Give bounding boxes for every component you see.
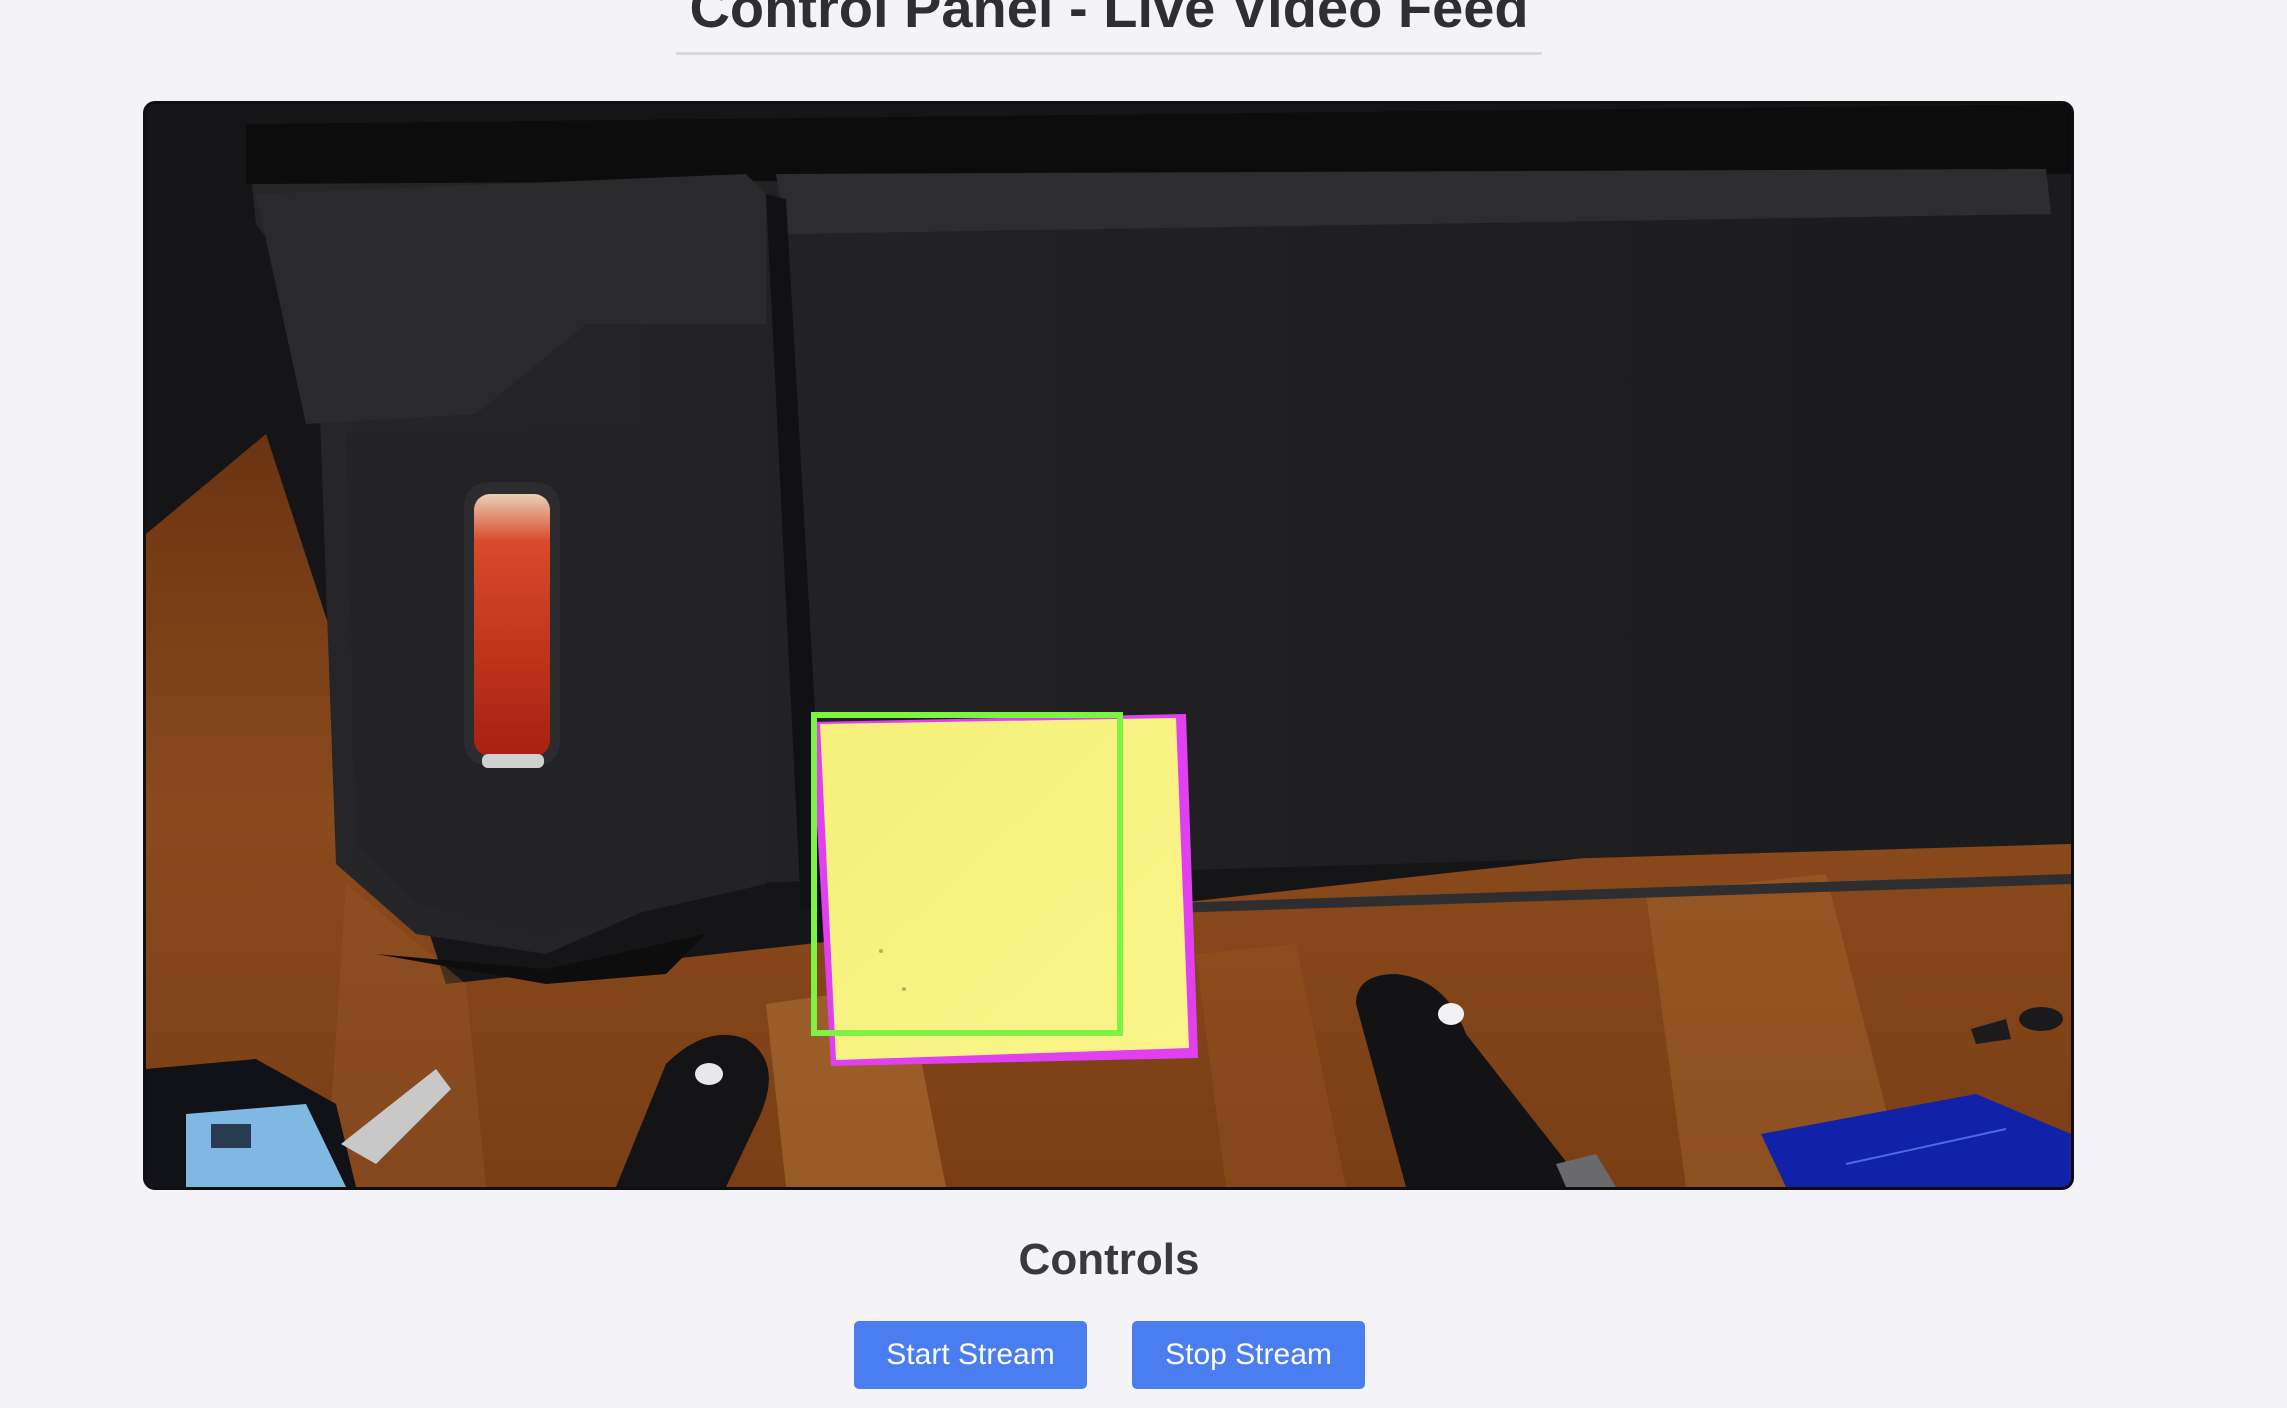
page-title: Control Panel - Live Video Feed xyxy=(689,0,1529,39)
stop-stream-button[interactable]: Stop Stream xyxy=(1132,1321,1365,1389)
ink-level-window xyxy=(464,482,560,768)
video-frame-image xyxy=(146,104,2071,1187)
detected-sticky-note xyxy=(811,714,1198,1066)
start-stream-button[interactable]: Start Stream xyxy=(854,1321,1087,1389)
live-video-feed xyxy=(143,101,2074,1190)
controls-heading: Controls xyxy=(1018,1235,1200,1284)
title-divider xyxy=(676,52,1542,55)
